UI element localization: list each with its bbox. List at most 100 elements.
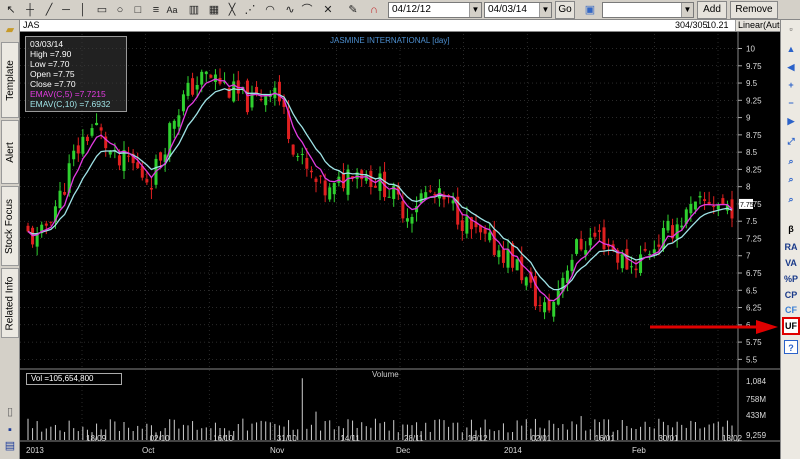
add-button[interactable]: Add — [697, 1, 727, 19]
candle-body — [341, 172, 345, 189]
magnet-icon[interactable]: ∩ — [366, 2, 382, 18]
vertical-line-icon[interactable]: │ — [75, 2, 91, 18]
candle-body — [410, 216, 414, 224]
candle-body — [291, 144, 295, 155]
candle-body — [300, 153, 304, 155]
folder-icon[interactable]: ▰ — [2, 22, 18, 38]
zoom-out-minus-icon[interactable]: − — [784, 96, 798, 110]
candle-body — [405, 218, 409, 222]
magnifier-icon[interactable]: ⌕ — [784, 154, 798, 168]
date-from-value: 04/12/12 — [392, 4, 431, 15]
select-dropdown-icon[interactable]: ▼ — [681, 3, 693, 17]
price-tick-label: 9.5 — [746, 79, 758, 88]
refresh-icon[interactable]: ▣ — [582, 2, 598, 18]
price-tick-label: 6 — [746, 321, 751, 330]
delete-drawing-icon[interactable]: ✕ — [320, 2, 336, 18]
rectangle-icon[interactable]: ▭ — [94, 2, 110, 18]
candle-body — [629, 266, 633, 268]
scroll-left-icon[interactable]: ◀ — [784, 60, 798, 74]
tab-related-info[interactable]: Related Info — [1, 268, 19, 338]
candle-body — [712, 206, 716, 208]
month-tick-label: Dec — [396, 446, 410, 455]
remove-button[interactable]: Remove — [730, 1, 778, 19]
ra-button[interactable]: RA — [784, 240, 798, 254]
trend-line-icon[interactable]: ╱ — [41, 2, 57, 18]
gann-icon[interactable]: ╳ — [224, 2, 240, 18]
price-tick-label: 10 — [746, 45, 755, 54]
price-tick-label: 8.5 — [746, 148, 758, 157]
pointer-icon[interactable]: ↖ — [3, 2, 19, 18]
date-to-field[interactable]: 04/03/14 ▼ — [484, 2, 552, 18]
magnifier-icon[interactable]: ⌕ — [784, 192, 798, 206]
pencil-icon[interactable]: ✎ — [345, 2, 361, 18]
candle-body — [127, 155, 131, 157]
va-button[interactable]: VA — [784, 256, 798, 270]
candle-body — [643, 248, 647, 251]
stock-chart-application: ↖ ┼ ╱ ─ │ ▭ ○ □ ≡ Aa ▥ ▦ ╳ ⋰ ◠ ∿ ⌒ ✕ ✎ ∩… — [0, 0, 800, 459]
candle-body — [506, 248, 510, 268]
candle-body — [195, 84, 199, 90]
candle-body — [49, 221, 53, 223]
candle-body — [492, 229, 496, 255]
candle-body — [204, 71, 208, 75]
save-icon[interactable]: ▪ — [2, 422, 18, 438]
pin-icon[interactable]: ▫ — [784, 22, 798, 36]
print-icon[interactable]: ▤ — [2, 438, 18, 454]
arc-icon[interactable]: ◠ — [262, 2, 278, 18]
symbol-select[interactable]: ▼ — [602, 2, 694, 18]
percent-p-button[interactable]: %P — [784, 272, 798, 286]
chart-area[interactable]: 10 9.75 9.5 9.25 9 8.75 8.5 8.25 8 7.75 7.5 7.25 7 6.… — [20, 32, 780, 459]
document-icon[interactable]: ▯ — [2, 404, 18, 420]
text-tool-button[interactable]: Aa — [164, 2, 180, 18]
candle-body — [85, 136, 89, 142]
candle-body — [515, 259, 519, 271]
crosshair-icon[interactable]: ┼ — [22, 2, 38, 18]
scale-mode-selector[interactable]: Linear(Auto) — [735, 20, 780, 31]
scroll-right-icon[interactable]: ▶ — [784, 114, 798, 128]
cf-button[interactable]: CF — [784, 303, 798, 317]
info-close: Close =7.70 — [30, 79, 76, 89]
candle-body — [401, 201, 405, 219]
candle-body — [538, 304, 542, 306]
candle-body — [520, 256, 524, 281]
grid-icon[interactable]: ▦ — [206, 2, 222, 18]
last-price-label: 7.75 — [740, 202, 754, 209]
candle-body — [177, 115, 181, 127]
chart-title: JASMINE INTERNATIONAL [day] — [330, 36, 450, 45]
calendar-dropdown-icon[interactable]: ▼ — [539, 3, 551, 17]
wave-icon[interactable]: ∿ — [282, 2, 298, 18]
price-tick-label: 7.5 — [746, 217, 758, 226]
scroll-up-icon[interactable]: ▲ — [784, 42, 798, 56]
candle-body — [332, 182, 336, 195]
uf-button[interactable]: UF — [782, 317, 800, 335]
go-button[interactable]: Go — [555, 1, 575, 19]
fibonacci-icon[interactable]: ≡ — [148, 2, 164, 18]
record-count: 304/305 — [675, 20, 708, 30]
tab-template[interactable]: Template — [1, 42, 19, 118]
right-tool-bar: ▫ ▲ ◀ + − ▶ ⤢ ⌕ ⌕ ⌕ β RA VA %P CP CF UF … — [780, 20, 800, 459]
circle-icon[interactable]: ○ — [112, 2, 128, 18]
cp-button[interactable]: CP — [784, 288, 798, 302]
fit-icon[interactable]: ⤢ — [784, 134, 798, 148]
channel-icon[interactable]: ▥ — [186, 2, 202, 18]
speed-line-icon[interactable]: ⋰ — [242, 2, 258, 18]
cycle-icon[interactable]: ⌒ — [299, 2, 315, 18]
help-button[interactable]: ? — [784, 340, 798, 354]
candle-body — [99, 127, 103, 131]
magnifier-icon[interactable]: ⌕ — [784, 172, 798, 186]
month-tick-label: Oct — [142, 446, 155, 455]
month-tick-label: Feb — [632, 446, 646, 455]
price-volume-chart[interactable]: 10 9.75 9.5 9.25 9 8.75 8.5 8.25 8 7.75 7.5 7.25 7 6.… — [20, 32, 780, 459]
tab-alert[interactable]: Alert — [1, 120, 19, 184]
square-icon[interactable]: □ — [130, 2, 146, 18]
zoom-in-plus-icon[interactable]: + — [784, 78, 798, 92]
candle-body — [524, 277, 528, 286]
candle-body — [117, 155, 121, 166]
candle-body — [543, 302, 547, 313]
calendar-dropdown-icon[interactable]: ▼ — [469, 3, 481, 17]
candle-body — [575, 239, 579, 254]
date-from-field[interactable]: 04/12/12 ▼ — [388, 2, 482, 18]
horizontal-line-icon[interactable]: ─ — [58, 2, 74, 18]
tab-stock-focus[interactable]: Stock Focus — [1, 186, 19, 266]
beta-button[interactable]: β — [784, 222, 798, 236]
